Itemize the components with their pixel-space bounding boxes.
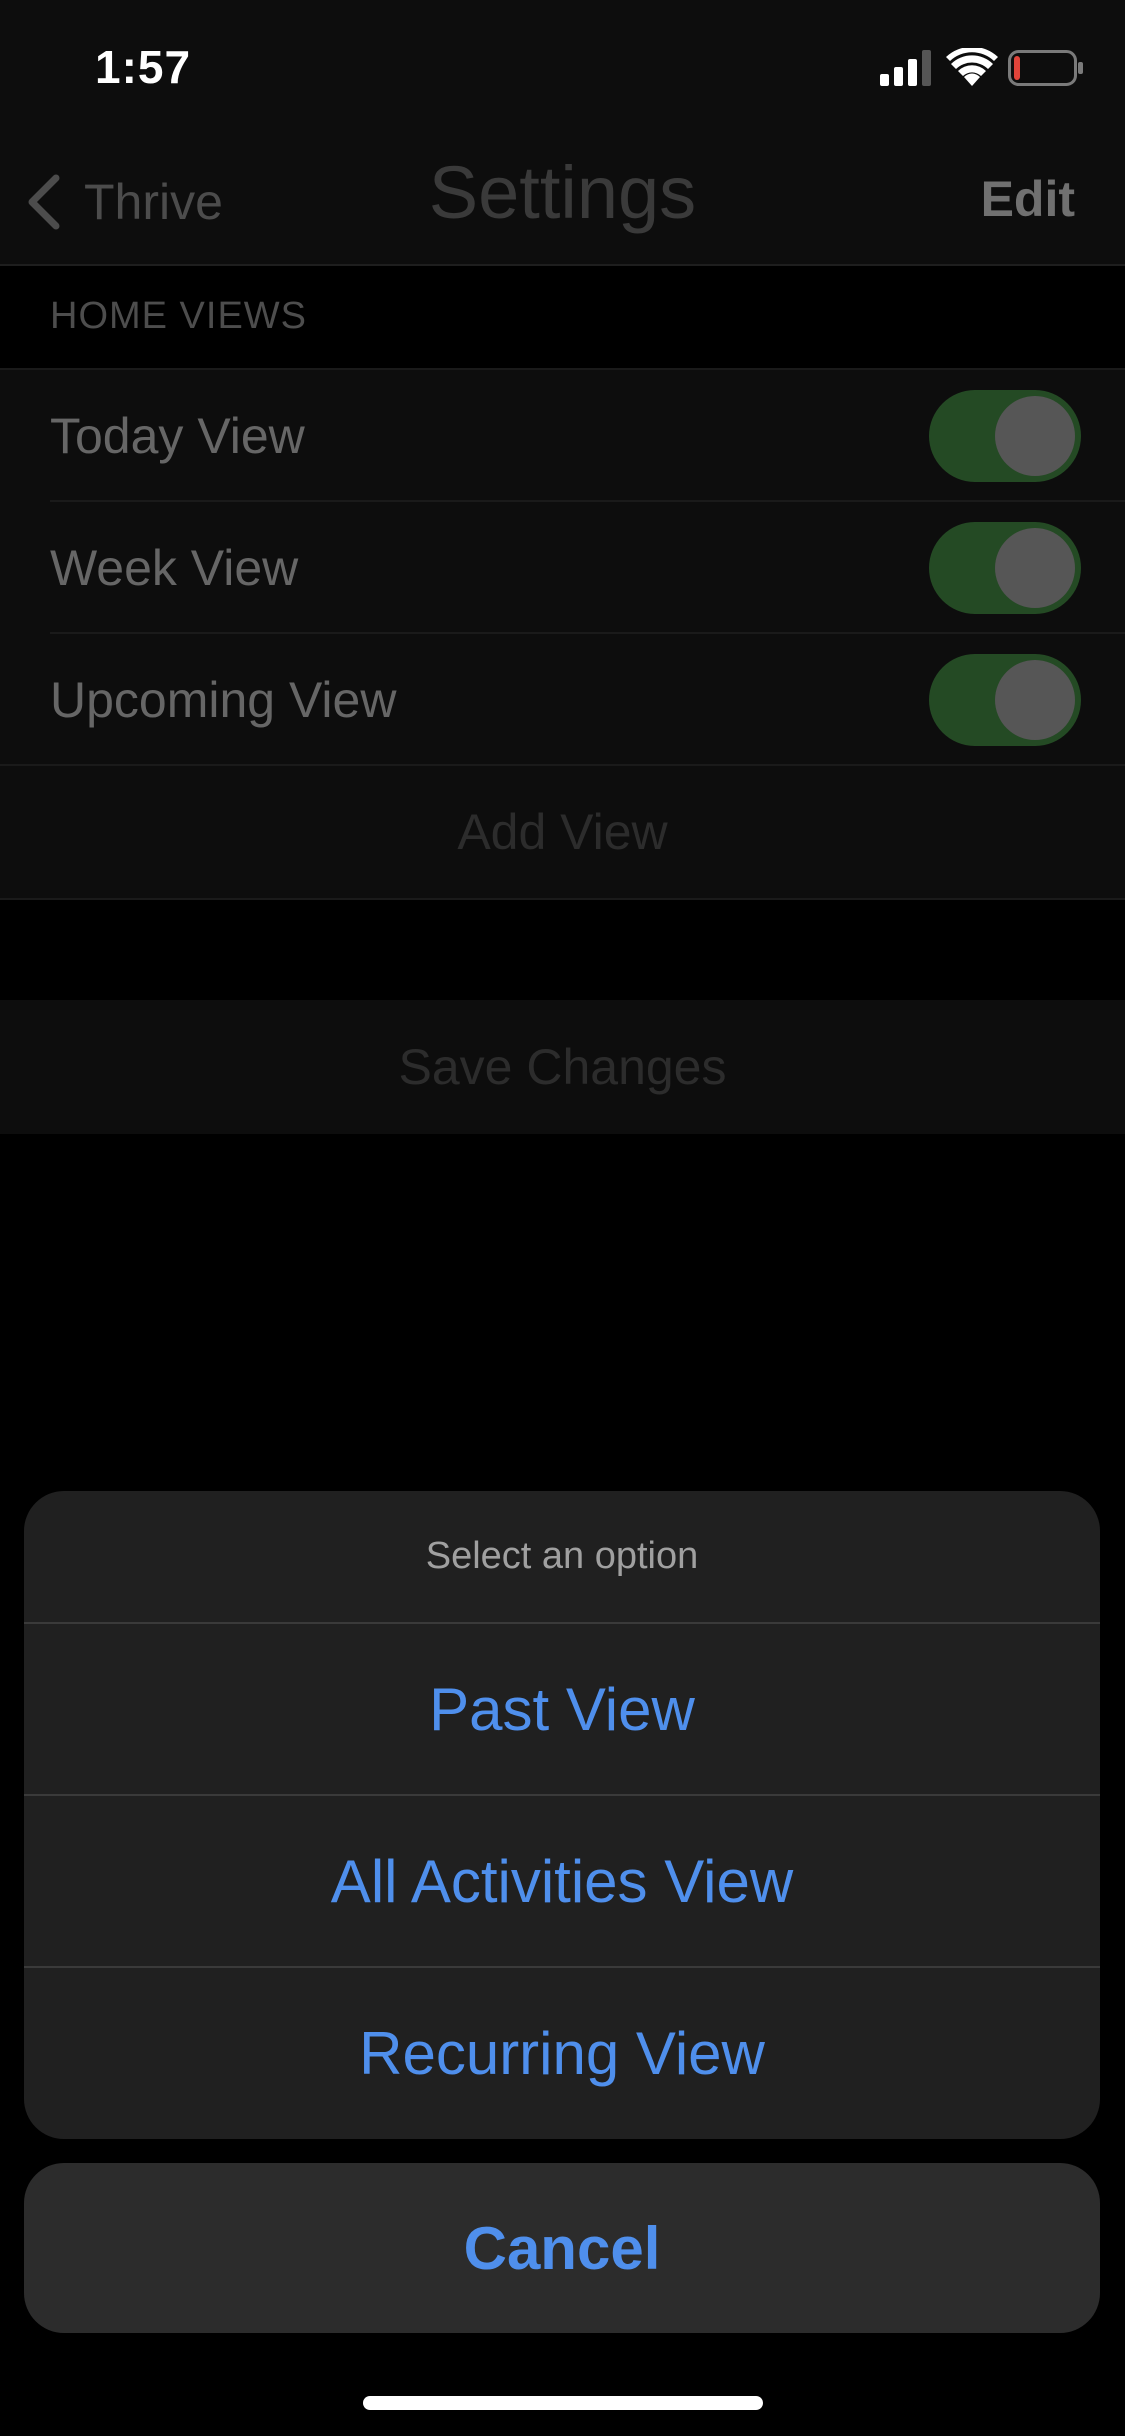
setting-row-week-view: Week View (0, 502, 1125, 634)
row-label: Today View (50, 408, 305, 464)
home-views-list: Today View Week View Upcoming View Add V… (0, 368, 1125, 900)
setting-row-upcoming-view: Upcoming View (0, 634, 1125, 766)
toggle-knob (995, 528, 1075, 608)
wifi-icon (946, 48, 998, 86)
back-button[interactable]: Thrive (24, 170, 223, 234)
toggle-knob (995, 660, 1075, 740)
add-view-button[interactable]: Add View (0, 766, 1125, 898)
divider (0, 764, 1125, 766)
recurring-view-option[interactable]: Recurring View (24, 1968, 1100, 2138)
section-header: HOME VIEWS (50, 295, 308, 337)
toggle-knob (995, 396, 1075, 476)
status-time: 1:57 (95, 41, 192, 93)
chevron-left-icon (28, 174, 60, 230)
cellular-signal-icon (880, 50, 931, 86)
week-view-toggle[interactable] (929, 522, 1081, 614)
status-bar: 1:57 (0, 0, 1125, 140)
save-changes-button[interactable]: Save Changes (0, 1000, 1125, 1134)
all-activities-view-option[interactable]: All Activities View (24, 1796, 1100, 1968)
settings-screen: 1:57 Thrive Settings Edit HOME VIEWS Tod… (0, 0, 1125, 2436)
row-label: Week View (50, 540, 299, 596)
action-sheet-title: Select an option (24, 1491, 1100, 1624)
battery-low-icon (1008, 50, 1083, 86)
today-view-toggle[interactable] (929, 390, 1081, 482)
action-sheet: Select an option Past View All Activitie… (24, 1491, 1100, 2139)
upcoming-view-toggle[interactable] (929, 654, 1081, 746)
home-indicator[interactable] (363, 2396, 763, 2410)
past-view-option[interactable]: Past View (24, 1624, 1100, 1796)
setting-row-today-view: Today View (0, 370, 1125, 502)
back-button-label: Thrive (84, 174, 223, 230)
cancel-button[interactable]: Cancel (24, 2163, 1100, 2333)
navigation-bar: Thrive Settings Edit (0, 140, 1125, 266)
row-label: Upcoming View (50, 672, 397, 728)
edit-button[interactable]: Edit (981, 170, 1075, 228)
